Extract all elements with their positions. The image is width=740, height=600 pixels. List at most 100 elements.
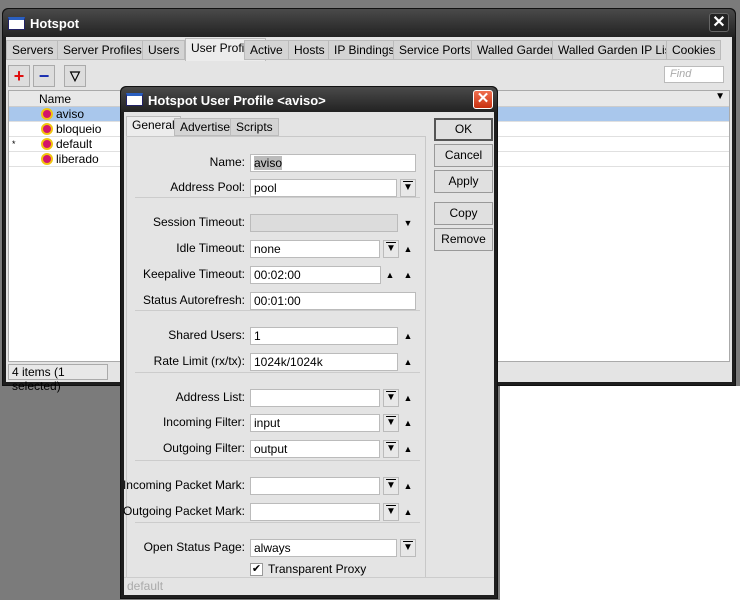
incoming-packet-mark-input[interactable] (250, 477, 380, 495)
name-value: aviso (254, 156, 283, 170)
row-name: liberado (56, 152, 99, 166)
close-button[interactable]: ✕ (709, 13, 729, 32)
dropdown-icon[interactable]: ▼ (383, 240, 399, 258)
rate-limit-rx-tx-input[interactable]: 1024k/1024k (250, 353, 398, 371)
idle-timeout-input[interactable]: none (250, 240, 380, 258)
window-title: Hotspot (30, 16, 80, 31)
collapse-up-icon[interactable]: ▲ (402, 477, 414, 495)
rate-limit-rx-tx-label: Rate Limit (rx/tx): (153, 354, 245, 368)
outgoing-packet-mark-input[interactable] (250, 503, 380, 521)
collapse-up-icon[interactable]: ▲ (402, 353, 414, 371)
incoming-filter-input[interactable]: input (250, 414, 380, 432)
tab-general[interactable]: General (126, 116, 181, 136)
tab-servers[interactable]: Servers (6, 40, 60, 60)
rate-limit-rx-tx-value: 1024k/1024k (254, 355, 323, 369)
dropdown-icon[interactable]: ▼ (383, 440, 399, 458)
shared-users-input[interactable]: 1 (250, 327, 398, 345)
window-icon (126, 93, 143, 106)
tab-server-profiles[interactable]: Server Profiles (57, 40, 148, 60)
tab-users[interactable]: Users (142, 40, 186, 60)
idle-timeout-label: Idle Timeout: (176, 241, 245, 255)
name-label: Name: (209, 155, 245, 169)
collapse-up-icon[interactable]: ▲ (402, 327, 414, 345)
collapse-up-icon[interactable]: ▲ (402, 266, 414, 284)
remove-icon[interactable]: − (33, 65, 55, 87)
outgoing-filter-input[interactable]: output (250, 440, 380, 458)
outgoing-packet-mark-label: Outgoing Packet Mark: (122, 504, 245, 518)
tab-active[interactable]: Active (244, 40, 289, 60)
row-name: aviso (56, 107, 85, 121)
dropdown-icon[interactable]: ▼ (383, 414, 399, 432)
dropdown-icon[interactable]: ▼ (383, 389, 399, 407)
address-list-input[interactable] (250, 389, 380, 407)
outgoing-filter-value: output (254, 442, 288, 456)
remove-button[interactable]: Remove (434, 228, 493, 251)
dropdown-icon[interactable]: ▼ (383, 477, 399, 495)
main-titlebar[interactable]: Hotspot ✕ (3, 9, 735, 37)
profile-icon (41, 138, 53, 150)
incoming-filter-value: input (254, 416, 281, 430)
outgoing-filter-label: Outgoing Filter: (162, 441, 245, 455)
collapse-up-icon[interactable]: ▲ (402, 503, 414, 521)
status-autorefresh-input[interactable]: 00:01:00 (250, 292, 416, 310)
dialog-close-button[interactable]: ✕ (473, 90, 493, 109)
tab-advertise[interactable]: Advertise (174, 118, 237, 136)
apply-button[interactable]: Apply (434, 170, 493, 193)
dropdown-icon[interactable]: ▼ (400, 179, 416, 197)
filter-icon[interactable]: ▽ (64, 65, 86, 87)
find-input[interactable]: Find (664, 66, 724, 83)
keepalive-timeout-input[interactable]: 00:02:00 (250, 266, 381, 284)
tab-cookies[interactable]: Cookies (666, 40, 722, 60)
incoming-packet-mark-label: Incoming Packet Mark: (122, 478, 245, 492)
collapse-up-icon[interactable]: ▲ (402, 440, 414, 458)
user-profile-dialog: Hotspot User Profile <aviso> ✕ Name: avis… (120, 86, 498, 599)
address-pool-value: pool (254, 181, 277, 195)
section-divider (135, 197, 420, 198)
dialog-status: default (124, 577, 494, 595)
section-divider (135, 460, 420, 461)
ok-button[interactable]: OK (434, 118, 493, 141)
shared-users-value: 1 (254, 329, 261, 343)
tab-ip-bindings[interactable]: IP Bindings (328, 40, 401, 60)
collapse-up-icon[interactable]: ▲ (402, 414, 414, 432)
cancel-button[interactable]: Cancel (434, 144, 493, 167)
row-flag: * (12, 139, 16, 149)
transparent-proxy-checkbox[interactable]: ✔ (250, 563, 263, 576)
dialog-titlebar[interactable]: Hotspot User Profile <aviso> ✕ (121, 87, 497, 112)
row-name: default (56, 137, 93, 151)
open-status-page-input[interactable]: always (250, 539, 397, 557)
collapse-up-icon[interactable]: ▲ (402, 240, 414, 258)
dialog-tabs: General Advertise Scripts (124, 112, 424, 138)
address-pool-input[interactable]: pool (250, 179, 397, 197)
collapse-up-icon[interactable]: ▲ (384, 266, 396, 284)
desktop-background (500, 386, 740, 600)
collapse-up-icon[interactable]: ▲ (402, 389, 414, 407)
name-input[interactable]: aviso (250, 154, 416, 172)
window-icon (8, 17, 25, 30)
tab-service-ports[interactable]: Service Ports (393, 40, 477, 60)
expand-down-icon[interactable]: ▼ (402, 214, 414, 232)
tab-hosts[interactable]: Hosts (288, 40, 331, 60)
profile-icon (41, 123, 53, 135)
tab-walled-garden[interactable]: Walled Garden (471, 40, 563, 60)
copy-button[interactable]: Copy (434, 202, 493, 225)
column-header-name[interactable]: Name (39, 92, 71, 106)
profile-icon (41, 153, 53, 165)
section-divider (135, 372, 420, 373)
keepalive-timeout-value: 00:02:00 (254, 268, 301, 282)
tab-scripts[interactable]: Scripts (230, 118, 279, 136)
add-icon[interactable]: + (8, 65, 30, 87)
transparent-proxy-label: Transparent Proxy (268, 562, 367, 576)
status-autorefresh-label: Status Autorefresh: (142, 293, 245, 307)
session-timeout-label: Session Timeout: (152, 215, 245, 229)
section-divider (135, 522, 420, 523)
dropdown-icon[interactable]: ▼ (400, 539, 416, 557)
section-divider (135, 310, 420, 311)
column-menu-icon[interactable]: ▼ (715, 91, 725, 102)
status-autorefresh-value: 00:01:00 (254, 294, 301, 308)
tab-walled-garden-ip-list[interactable]: Walled Garden IP List (552, 40, 681, 60)
dropdown-icon[interactable]: ▼ (383, 503, 399, 521)
address-pool-label: Address Pool: (170, 180, 245, 194)
session-timeout-input (250, 214, 398, 232)
profile-icon (41, 108, 53, 120)
